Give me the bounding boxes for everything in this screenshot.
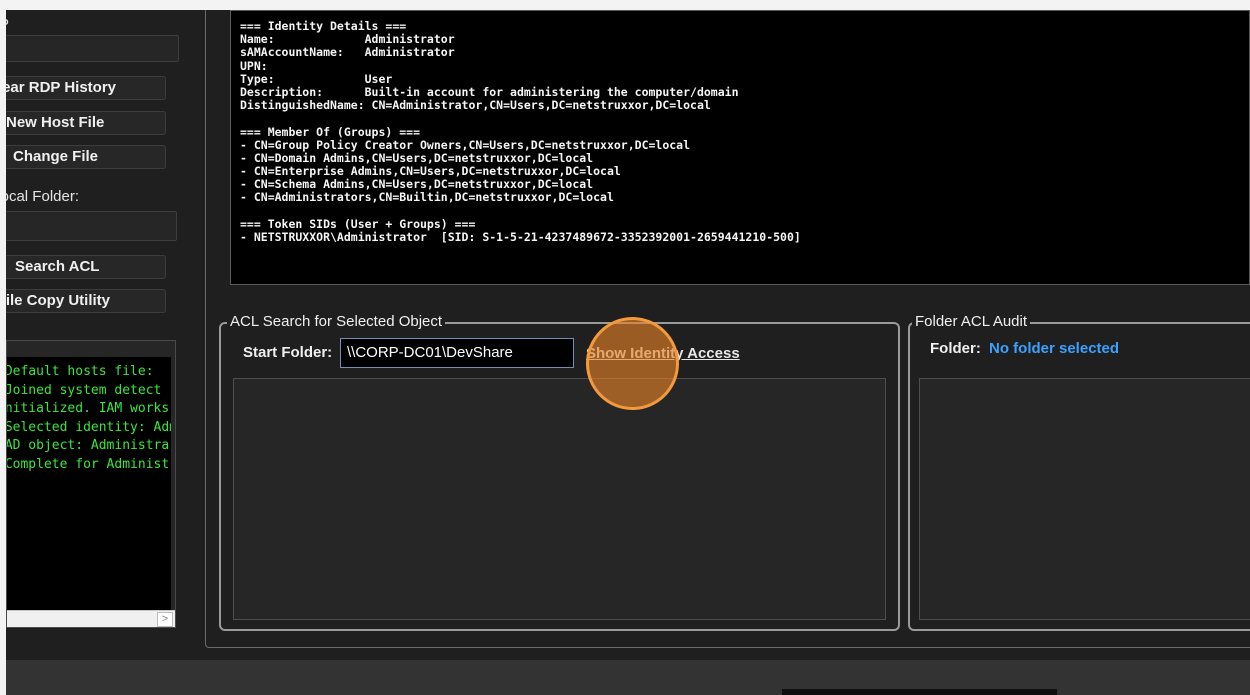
identity-line: === Member Of (Groups) ===: [240, 124, 421, 139]
start-folder-input[interactable]: \\CORP-DC01\DevShare: [340, 338, 574, 368]
identity-line: [240, 205, 1249, 218]
change-file-button[interactable]: Change File: [6, 145, 166, 169]
identity-details-output: === Identity Details === Name: Administra…: [230, 10, 1250, 285]
log-output: Default hosts file: Joined system detect n…: [7, 357, 171, 611]
log-line: Default hosts file:: [7, 364, 154, 379]
acl-results-area: [233, 378, 886, 620]
bottom-strip: [782, 689, 1057, 695]
folder-value: No folder selected: [989, 340, 1120, 357]
log-horizontal-scrollbar[interactable]: >: [7, 610, 175, 627]
local-folder-input[interactable]: [6, 211, 177, 241]
folder-acl-audit-title: Folder ACL Audit: [912, 313, 1031, 330]
click-highlight-ring: [586, 317, 679, 410]
identity-line: sAMAccountName: Administrator: [240, 45, 455, 60]
clear-rdp-history-button[interactable]: Clear RDP History: [6, 76, 166, 100]
local-folder-label: Local Folder:: [6, 188, 79, 205]
identity-line: DistinguishedName: CN=Administrator,CN=U…: [240, 98, 711, 113]
folder-label: Folder:: [930, 340, 981, 357]
new-host-file-button[interactable]: New Host File: [6, 111, 166, 135]
log-line: Complete for Administ: [7, 456, 170, 472]
log-line: Joined system detect: [7, 382, 162, 398]
change-file-label: Change File: [13, 148, 99, 165]
search-acl-button[interactable]: Search ACL: [6, 255, 166, 279]
folder-audit-results-area: [919, 378, 1250, 620]
start-folder-label: Start Folder:: [243, 344, 333, 361]
clear-rdp-history-label: Clear RDP History: [6, 79, 116, 96]
identity-line: - NETSTRUXXOR\Administrator [SID: S-1-5-…: [240, 230, 801, 244]
acl-search-title: ACL Search for Selected Object: [227, 313, 446, 330]
file-copy-utility-label: File Copy Utility: [6, 292, 110, 309]
search-acl-label: Search ACL: [15, 258, 100, 275]
identity-line: - CN=Group Policy Creator Owners,CN=User…: [240, 137, 691, 152]
log-line: Selected identity: Adm: [7, 419, 171, 435]
log-panel: Default hosts file: Joined system detect n…: [6, 340, 176, 628]
identity-line: Type: User: [240, 71, 393, 86]
scroll-right-icon[interactable]: >: [157, 612, 173, 627]
log-line: AD object: Administra: [7, 438, 170, 453]
bottom-status-bar: [6, 660, 1250, 695]
log-line: nitialized. IAM works: [7, 401, 170, 416]
host-input[interactable]: [6, 35, 179, 62]
host-label: Host Name or IP:: [6, 16, 14, 33]
app-window: Host Name or IP: Clear RDP History New H…: [6, 10, 1250, 695]
identity-line: - CN=Administrators,CN=Builtin,DC=netstr…: [240, 190, 614, 205]
identity-line: [240, 112, 1249, 125]
new-host-file-label: New Host File: [6, 114, 105, 131]
identity-line: UPN:: [240, 58, 268, 73]
file-copy-utility-button[interactable]: File Copy Utility: [6, 289, 166, 313]
